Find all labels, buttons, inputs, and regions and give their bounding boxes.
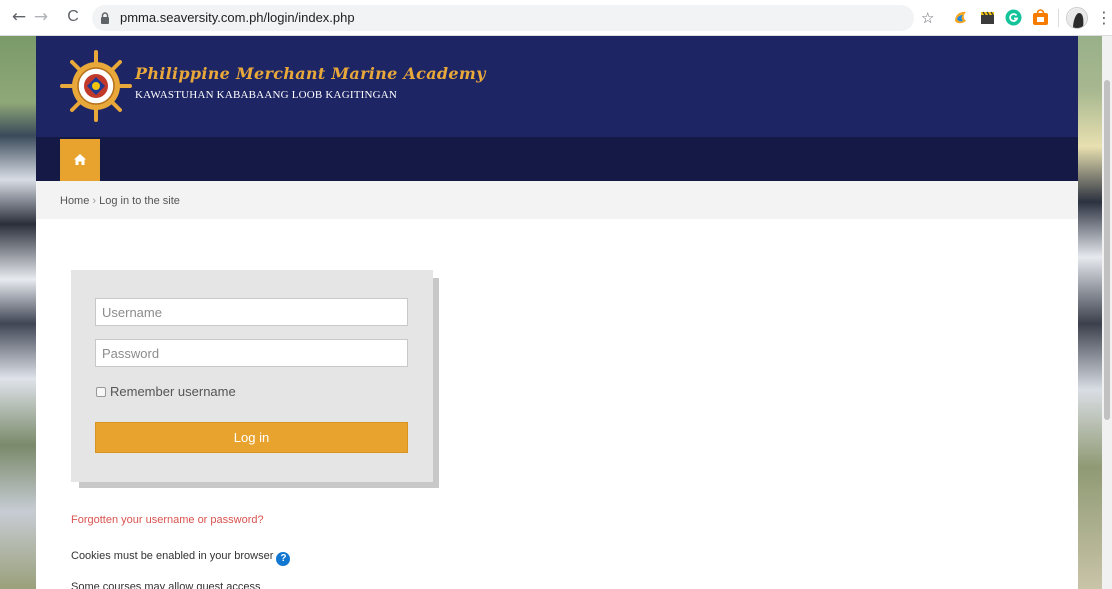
home-icon: [74, 154, 86, 165]
forgot-password-link[interactable]: Forgotten your username or password?: [71, 513, 264, 527]
cookies-notice: Cookies must be enabled in your browser?: [71, 549, 291, 566]
home-button[interactable]: [60, 139, 100, 181]
password-input[interactable]: [95, 339, 408, 367]
back-arrow-icon[interactable]: ←: [8, 6, 30, 28]
breadcrumb: Home › Log in to the site: [60, 194, 180, 208]
profile-avatar[interactable]: [1066, 7, 1088, 29]
lock-icon: [101, 12, 109, 24]
main-navbar: [36, 137, 1078, 181]
breadcrumb-separator: ›: [92, 195, 97, 207]
breadcrumb-current: Log in to the site: [99, 195, 180, 207]
reload-icon[interactable]: C: [62, 6, 84, 28]
page-scrollbar-thumb[interactable]: [1104, 80, 1110, 420]
academy-motto: KAWASTUHAN KABABAANG LOOB KAGITINGAN: [135, 89, 398, 101]
help-icon[interactable]: ?: [276, 552, 291, 566]
profile-avatar-icon: [1067, 8, 1087, 28]
background-photo-left: [0, 36, 36, 589]
toolbar-divider: [1058, 9, 1059, 27]
remember-username-checkbox[interactable]: [96, 387, 106, 397]
remember-username[interactable]: Remember username: [96, 384, 236, 400]
remember-username-label: Remember username: [110, 384, 236, 399]
username-input[interactable]: [95, 298, 408, 326]
breadcrumb-home-link[interactable]: Home: [60, 195, 89, 207]
shopping-ext-icon[interactable]: [1032, 9, 1049, 26]
url-text[interactable]: pmma.seaversity.com.ph/login/index.php: [120, 8, 355, 28]
guest-access-notice: Some courses may allow guest access: [71, 581, 261, 589]
cookies-notice-text: Cookies must be enabled in your browser: [71, 550, 274, 562]
grammarly-ext-icon[interactable]: [1005, 9, 1022, 26]
login-button[interactable]: Log in: [95, 422, 408, 453]
bookmark-star-icon[interactable]: ☆: [921, 8, 934, 28]
browser-menu-icon[interactable]: ⋮: [1096, 8, 1112, 28]
breadcrumb-bar: [36, 181, 1078, 219]
dynamic-ext-icon[interactable]: [952, 9, 969, 26]
browser-toolbar: ← → C pmma.seaversity.com.ph/login/index…: [0, 0, 1112, 36]
academy-name[interactable]: Philippine Merchant Marine Academy: [135, 64, 486, 83]
forward-arrow-icon[interactable]: →: [30, 6, 52, 28]
academy-emblem-logo[interactable]: [60, 50, 132, 122]
site-header: [36, 36, 1078, 137]
clapper-ext-icon[interactable]: [979, 9, 996, 26]
